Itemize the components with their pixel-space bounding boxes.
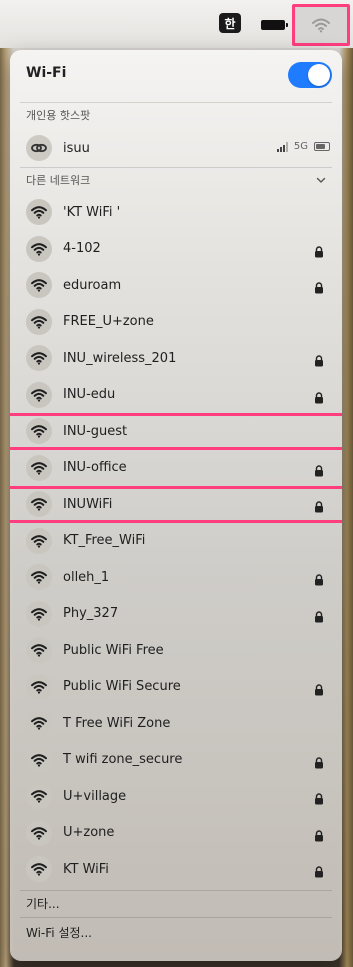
wifi-settings-item[interactable]: Wi-Fi 설정...	[10, 918, 342, 948]
network-row[interactable]: INU-office	[10, 450, 342, 487]
wifi-icon	[26, 673, 52, 700]
network-name: T Free WiFi Zone	[63, 715, 171, 731]
wifi-toggle[interactable]	[288, 62, 332, 88]
network-name: 4-102	[63, 241, 101, 257]
hotspot-name: isuu	[63, 140, 90, 156]
network-row[interactable]: Public WiFi Secure	[10, 669, 342, 706]
network-row[interactable]: U+zone	[10, 815, 342, 852]
wifi-icon	[26, 710, 52, 737]
network-name: olleh_1	[63, 569, 110, 585]
network-row[interactable]: 'KT WiFi '	[10, 194, 342, 231]
wifi-icon	[26, 381, 52, 408]
network-row[interactable]: INU-guest	[10, 413, 342, 450]
wifi-icon	[26, 564, 52, 591]
network-name: Public WiFi Free	[63, 642, 164, 658]
network-row[interactable]: INU_wireless_201	[10, 340, 342, 377]
other-network-item[interactable]: 기타...	[10, 891, 342, 917]
network-row[interactable]: FREE_U+zone	[10, 304, 342, 341]
wifi-header: Wi-Fi	[10, 50, 342, 102]
network-row[interactable]: INU-edu	[10, 377, 342, 414]
network-row[interactable]: U+village	[10, 778, 342, 815]
network-name: INU-guest	[63, 423, 128, 439]
lock-icon	[314, 498, 324, 517]
panel-title: Wi-Fi	[26, 65, 67, 81]
wifi-icon	[26, 527, 52, 554]
wifi-icon	[26, 454, 52, 481]
lock-icon	[314, 462, 324, 481]
network-name: Phy_327	[63, 606, 119, 622]
network-row[interactable]: olleh_1	[10, 559, 342, 596]
network-row[interactable]: Phy_327	[10, 596, 342, 633]
network-row[interactable]: KT WiFi	[10, 851, 342, 888]
link-icon	[26, 135, 52, 161]
network-name: eduroam	[63, 277, 122, 293]
wifi-icon	[26, 746, 52, 773]
cellular-signal-icon	[276, 141, 288, 152]
network-name: Public WiFi Secure	[63, 679, 181, 695]
hotspot-status: 5G	[276, 141, 330, 152]
network-name: KT_Free_WiFi	[63, 533, 146, 549]
input-source-indicator[interactable]: 한	[219, 13, 241, 33]
network-row[interactable]: T Free WiFi Zone	[10, 705, 342, 742]
wifi-icon	[26, 235, 52, 262]
wifi-menu-button[interactable]	[292, 4, 350, 46]
battery-icon	[314, 142, 330, 151]
network-row[interactable]: Public WiFi Free	[10, 632, 342, 669]
network-row[interactable]: KT_Free_WiFi	[10, 523, 342, 560]
wifi-icon	[26, 819, 52, 846]
wifi-icon	[26, 199, 52, 226]
hotspot-network-type: 5G	[293, 141, 308, 152]
network-name: T wifi zone_secure	[63, 752, 183, 768]
lock-icon	[314, 389, 324, 408]
network-row[interactable]: 4-102	[10, 231, 342, 268]
lock-icon	[314, 279, 324, 298]
network-name: INU_wireless_201	[63, 350, 177, 366]
lock-icon	[314, 827, 324, 846]
network-row[interactable]: INUWiFi	[10, 486, 342, 523]
lock-icon	[314, 608, 324, 627]
battery-icon[interactable]	[261, 20, 288, 30]
wifi-icon	[26, 856, 52, 883]
lock-icon	[314, 681, 324, 700]
lock-icon	[314, 754, 324, 773]
network-name: INUWiFi	[63, 496, 113, 512]
personal-hotspot-label: 개인용 핫스팟	[26, 109, 91, 122]
wifi-icon	[26, 308, 52, 335]
lock-icon	[314, 243, 324, 262]
lock-icon	[314, 790, 324, 809]
network-name: INU-office	[63, 460, 127, 476]
wifi-icon	[26, 637, 52, 664]
wifi-icon	[26, 272, 52, 299]
wifi-icon	[26, 783, 52, 810]
network-row[interactable]: eduroam	[10, 267, 342, 304]
network-name: 'KT WiFi '	[63, 204, 121, 220]
wifi-panel: Wi-Fi 개인용 핫스팟 isuu 5G 다른 네트워크 'KT WiFi '…	[10, 50, 342, 961]
network-name: FREE_U+zone	[63, 314, 154, 330]
lock-icon	[314, 352, 324, 371]
network-name: INU-edu	[63, 387, 116, 403]
wifi-icon	[26, 491, 52, 518]
network-name: KT WiFi	[63, 861, 109, 877]
chevron-down-icon[interactable]	[316, 175, 326, 185]
other-networks-title: 다른 네트워크	[26, 174, 91, 187]
other-networks-label[interactable]: 다른 네트워크	[10, 168, 342, 194]
wifi-icon	[26, 600, 52, 627]
lock-icon	[314, 571, 324, 590]
network-name: U+village	[63, 788, 127, 804]
wifi-icon	[26, 418, 52, 445]
wifi-toggle-knob	[308, 64, 330, 86]
wifi-icon	[312, 18, 330, 33]
network-list: 'KT WiFi ' 4-102 eduroam FREE_U+zone INU…	[10, 194, 342, 888]
personal-hotspot-item[interactable]: isuu 5G	[10, 129, 342, 167]
wifi-icon	[26, 345, 52, 372]
lock-icon	[314, 863, 324, 882]
network-row[interactable]: T wifi zone_secure	[10, 742, 342, 779]
menu-bar: 한	[0, 0, 353, 48]
network-name: U+zone	[63, 825, 115, 841]
